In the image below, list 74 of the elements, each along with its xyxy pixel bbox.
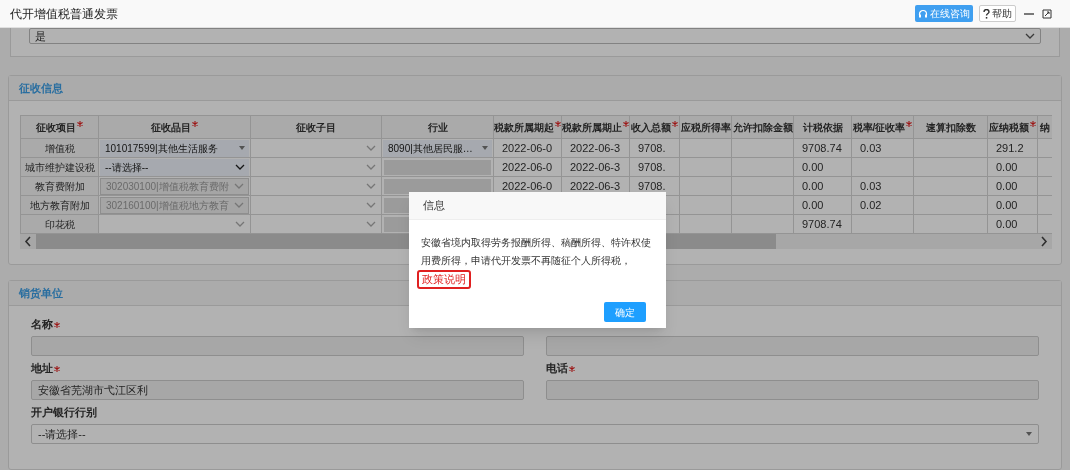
table-cell: 9708.74 [793,214,852,234]
column-header: 应纳税额 [989,121,1029,133]
window-title: 代开增值税普通发票 [10,5,118,23]
select-field[interactable]: --请选择-- [31,424,1039,444]
table-cell: 0.00 [987,157,1038,177]
table-cell: 9708.74 [793,138,852,158]
column-header: 行业 [427,121,448,133]
chevron-down-icon [234,183,244,189]
section-title: 销货单位 [19,285,63,301]
caret-down-icon [1026,432,1032,436]
column-header: 收入总额 [631,121,671,133]
input-field[interactable] [546,380,1039,400]
table-cell: 2022-06-3 [561,157,630,177]
chevron-down-icon [366,202,376,208]
column-header: 征收子目 [296,121,336,133]
chevron-down-icon [366,145,376,151]
select-field[interactable]: 是 [29,28,1041,44]
table-cell: 2022-06-0 [493,157,562,177]
column-header: 计税依据 [802,121,843,133]
column-header: 征收品目 [151,121,191,133]
headset-icon [918,8,928,19]
column-header: 征收项目 [36,121,76,133]
table-cell: 9708. [629,157,680,177]
row-label: 城市维护建设税 [24,161,95,173]
table-cell: 291.2 [987,138,1038,158]
table-cell: 0.03 [851,176,914,196]
message-text: 安徽省境内取得劳务报酬所得、稿酬所得、特许权使用费所得，申请代开发票不再随征个人所得税， [421,236,652,268]
table-cell: 0.03 [851,138,914,158]
policy-link[interactable]: 政策说明 [417,270,471,289]
row-label: 地方教育附加 [29,199,90,211]
table-cell: 0.00 [987,195,1038,215]
row-label: 增值税 [44,142,75,154]
column-header: 税率/征收率 [852,121,906,133]
field-label: 开户银行行别 [31,404,97,420]
caret-down-icon [482,146,488,150]
field-label: 名称 [31,316,53,332]
chevron-down-icon [234,202,244,208]
chevron-down-icon [366,183,376,189]
field-label: 电话 [546,360,568,376]
caret-down-icon [239,146,245,150]
chevron-down-icon [1025,33,1035,39]
maximize-icon[interactable] [1042,8,1052,19]
column-header: 速算扣除数 [925,121,976,133]
select-field[interactable]: 101017599|其他生活服务 [100,139,249,157]
table-cell: 0.00 [987,176,1038,196]
chevron-down-icon [235,164,245,170]
column-header: 纳 [1040,121,1050,133]
input-field[interactable] [546,336,1039,356]
dialog-title: 信息 [423,198,445,214]
help-button[interactable]: 帮助 [979,5,1016,22]
table-cell: 0.00 [793,157,852,177]
table-cell: 0.00 [793,176,852,196]
table-cell: 2022-06-3 [561,138,630,158]
table-cell: 0.00 [987,214,1038,234]
question-icon [983,8,990,19]
table-cell: 2022-06-0 [493,138,562,158]
column-header: 允许扣除金额 [732,121,793,133]
input-field[interactable] [31,336,524,356]
chevron-down-icon [235,221,245,227]
input-field[interactable]: 安徽省芜湖市弋江区利 [31,380,524,400]
select-field[interactable]: --请选择-- [100,158,249,176]
select-field[interactable]: 8090|其他居民服… [383,139,492,157]
column-header: 税款所属期止 [562,121,622,133]
row-label: 印花税 [44,218,75,230]
column-header: 税款所属期起 [494,121,554,133]
row-label: 教育费附加 [34,180,85,192]
table-cell: 9708. [629,138,680,158]
chevron-down-icon [366,221,376,227]
field-label: 地址 [31,360,53,376]
table-cell: 0.02 [851,195,914,215]
table-cell: 0.00 [793,195,852,215]
section-title: 征收信息 [19,80,63,96]
chevron-down-icon [366,164,376,170]
column-header: 应税所得率 [680,121,731,133]
